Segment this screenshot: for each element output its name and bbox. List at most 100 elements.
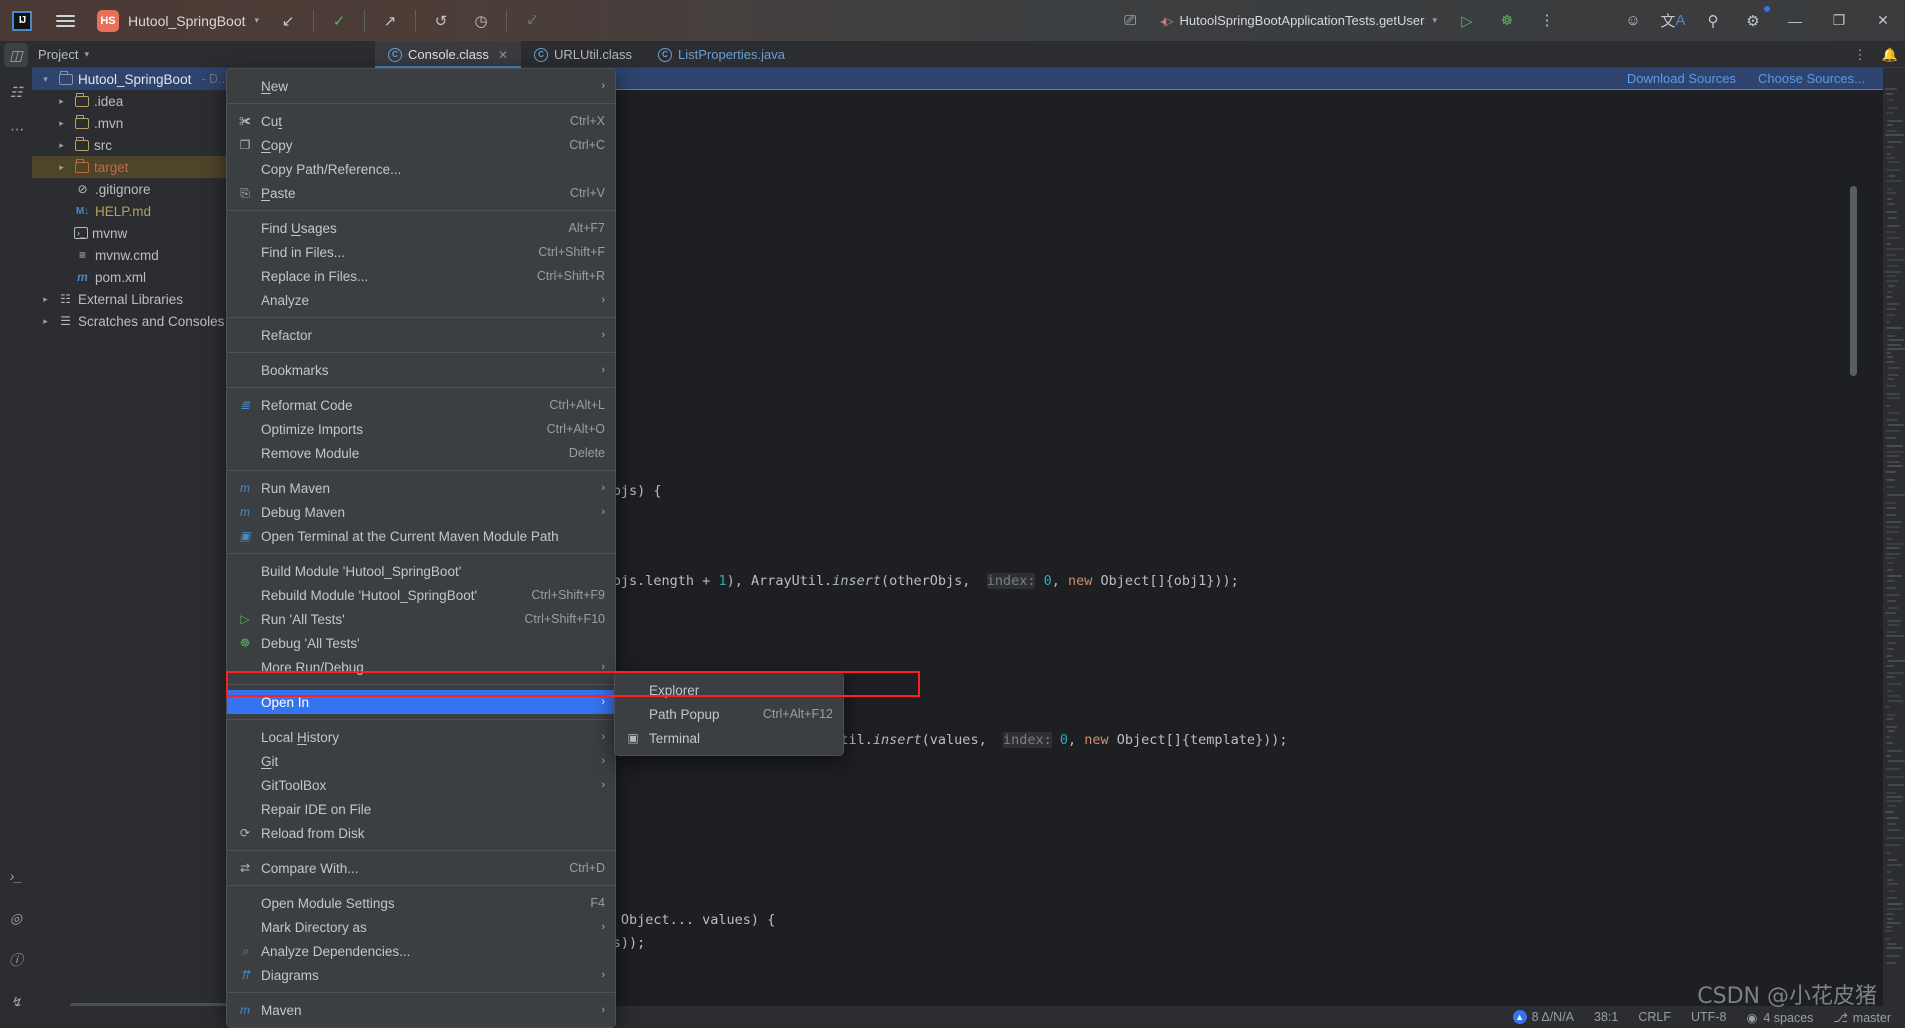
project-context-menu[interactable]: New › ✀ Cut Ctrl+X ❐ Copy Ctrl+C Copy Path/Refer… [226,68,616,1028]
settings-gear-icon[interactable]: ⚙ [1733,5,1773,35]
menu-item-path-popup[interactable]: Path Popup Ctrl+Alt+F12 [615,702,843,726]
menu-item-cut[interactable]: ✀ Cut Ctrl+X [227,109,615,133]
undo-button[interactable]: ↺ [421,7,461,35]
menu-item-run-maven[interactable]: m Run Maven › [227,476,615,500]
menu-separator [227,352,615,353]
file-encoding[interactable]: UTF-8 [1691,1010,1726,1024]
project-view-icon[interactable]: ◫ [4,43,28,67]
menu-item-refactor[interactable]: Refactor › [227,323,615,347]
tab-options-icon[interactable]: ⋮ [1845,41,1875,68]
menu-item-mark-directory-as[interactable]: Mark Directory as › [227,915,615,939]
maximize-button[interactable]: ❐ [1817,0,1861,41]
indent-setting[interactable]: ◉ 4 spaces [1746,1010,1813,1025]
chevron-right-icon[interactable]: ▸ [38,316,53,327]
menu-item-new[interactable]: New › [227,74,615,98]
menu-item-reformat-code[interactable]: ≣ Reformat Code Ctrl+Alt+L [227,393,615,417]
menu-item-label: Open In [261,694,310,710]
close-button[interactable]: ✕ [1861,0,1905,41]
chevron-right-icon[interactable]: ▸ [54,96,69,107]
menu-item-find-in-files[interactable]: Find in Files... Ctrl+Shift+F [227,240,615,264]
menu-item-diagrams[interactable]: ⇈ Diagrams › [227,963,615,987]
menu-item-local-history[interactable]: Local History › [227,725,615,749]
menu-item-terminal[interactable]: ▣ Terminal [615,726,843,750]
problems-icon[interactable]: ⓘ [4,948,28,972]
menu-item-more-run-debug[interactable]: More Run/Debug › [227,655,615,679]
menu-item-open-terminal-at-the-current-maven-module-path[interactable]: ▣ Open Terminal at the Current Maven Modu… [227,524,615,548]
menu-item-remove-module[interactable]: Remove Module Delete [227,441,615,465]
git-branch[interactable]: ⎇ master [1833,1010,1891,1025]
close-icon[interactable]: ✕ [498,48,508,62]
menu-item-compare-with[interactable]: ⇄ Compare With... Ctrl+D [227,856,615,880]
minimize-button[interactable]: — [1773,0,1817,41]
chevron-right-icon[interactable]: ▸ [54,118,69,129]
inspection-status[interactable]: ▲ 8 Δ/N/A [1512,1010,1574,1024]
editor-minimap[interactable] [1883,68,1905,1013]
chevron-right-icon[interactable]: ▸ [54,140,69,151]
run-configuration-selector[interactable]: ◂▷ HutoolSpringBootApplicationTests.getU… [1150,9,1447,32]
commit-button[interactable]: ✓ [319,7,359,35]
debug-button[interactable]: ☸ [1487,7,1527,35]
menu-item-analyze[interactable]: Analyze › [227,288,615,312]
menu-item-run-all-tests[interactable]: ▷ Run 'All Tests' Ctrl+Shift+F10 [227,607,615,631]
menu-item-repair-ide-on-file[interactable]: Repair IDE on File [227,797,615,821]
run-config-label: HutoolSpringBootApplicationTests.getUser [1179,13,1425,28]
chevron-down-icon[interactable]: ▾ [38,74,53,85]
menu-item-gittoolbox[interactable]: GitToolBox › [227,773,615,797]
menu-item-rebuild-module-hutool-springboot[interactable]: Rebuild Module 'Hutool_SpringBoot' Ctrl+S… [227,583,615,607]
download-sources-link[interactable]: Download Sources [1627,71,1736,86]
line-separator[interactable]: CRLF [1638,1010,1671,1024]
minimap-line [1885,88,1897,90]
ui-designer-icon[interactable]: ⎚ [1110,7,1150,35]
rollback-button[interactable]: ⤦ [512,7,552,35]
menu-item-label: Local History [261,729,340,745]
update-project-button[interactable]: ↙ [268,7,308,35]
recent-files-button[interactable]: ◷ [461,7,501,35]
minimap-line [1886,796,1904,798]
project-selector[interactable]: HS Hutool_SpringBoot ▾ [88,6,268,36]
menu-item-shortcut: Ctrl+Alt+L [549,398,605,412]
menu-item-debug-all-tests[interactable]: ☸ Debug 'All Tests' [227,631,615,655]
editor-tab-urlutil[interactable]: C URLUtil.class [521,41,645,68]
ide-logo[interactable]: IJ [0,10,44,31]
run-button[interactable]: ▷ [1447,7,1487,35]
translate-icon[interactable]: 文A [1653,7,1693,35]
push-button[interactable]: ↗ [370,7,410,35]
menu-item-open-module-settings[interactable]: Open Module Settings F4 [227,891,615,915]
menu-item-replace-in-files[interactable]: Replace in Files... Ctrl+Shift+R [227,264,615,288]
menu-item-find-usages[interactable]: Find Usages Alt+F7 [227,216,615,240]
services-icon[interactable]: ◎ [4,906,28,930]
caret-position[interactable]: 38:1 [1594,1010,1618,1024]
search-everywhere-icon[interactable]: ⚲ [1693,7,1733,35]
menu-item-debug-maven[interactable]: m Debug Maven › [227,500,615,524]
menu-item-reload-from-disk[interactable]: ⟳ Reload from Disk [227,821,615,845]
main-menu-button[interactable] [44,14,86,27]
editor-tab-listproperties[interactable]: C ListProperties.java [645,41,798,68]
menu-item-open-in[interactable]: Open In › [227,690,615,714]
menu-item-git[interactable]: Git › [227,749,615,773]
chevron-right-icon[interactable]: ▸ [38,294,53,305]
more-tool-windows-icon[interactable]: ⋯ [4,117,28,141]
menu-item-copy[interactable]: ❐ Copy Ctrl+C [227,133,615,157]
menu-item-copy-path-reference[interactable]: Copy Path/Reference... [227,157,615,181]
structure-icon[interactable]: ☷ [4,80,28,104]
menu-item-analyze-dependencies[interactable]: ⌕ Analyze Dependencies... [227,939,615,963]
minimap-line [1885,792,1896,794]
editor-tab-console[interactable]: C Console.class ✕ [375,41,521,68]
menu-item-optimize-imports[interactable]: Optimize Imports Ctrl+Alt+O [227,417,615,441]
choose-sources-link[interactable]: Choose Sources... [1758,71,1865,86]
chevron-right-icon[interactable]: ▸ [54,162,69,173]
terminal-icon[interactable]: ›_ [4,864,28,888]
notifications-bell-icon[interactable]: 🔔 [1875,41,1905,68]
chevron-right-icon: › [601,329,605,341]
menu-item-maven[interactable]: m Maven › [227,998,615,1022]
editor-vertical-scrollbar[interactable] [1850,186,1857,376]
warning-icon: ▲ [1512,1010,1527,1024]
more-actions-button[interactable]: ⋮ [1527,7,1567,35]
menu-item-explorer[interactable]: Explorer [615,678,843,702]
menu-item-bookmarks[interactable]: Bookmarks › [227,358,615,382]
project-panel-title[interactable]: Project ▾ [32,47,89,62]
add-user-icon[interactable]: ☺ [1613,7,1653,35]
menu-item-build-module-hutool-springboot[interactable]: Build Module 'Hutool_SpringBoot' [227,559,615,583]
open-in-submenu[interactable]: Explorer Path Popup Ctrl+Alt+F12 ▣ Terminal [614,672,844,756]
menu-item-paste[interactable]: ⎘ Paste Ctrl+V [227,181,615,205]
